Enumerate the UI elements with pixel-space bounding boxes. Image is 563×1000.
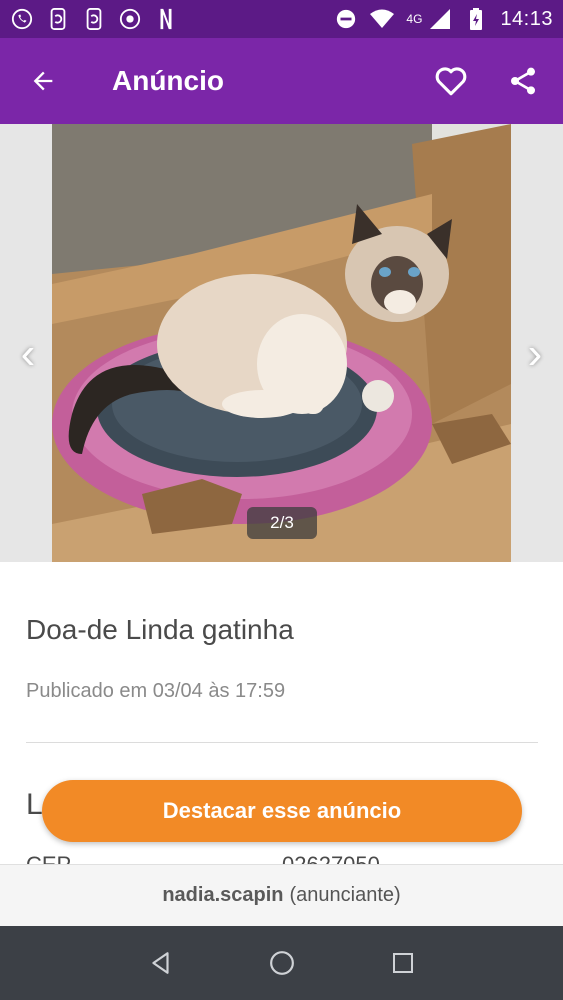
- status-bar: 4G 14:13: [0, 0, 563, 38]
- arrow-left-icon: [33, 71, 53, 91]
- battery-icon: [464, 7, 488, 31]
- advertiser-role: (anunciante): [289, 884, 401, 906]
- advertiser-bar[interactable]: nadia.scapin (anunciante): [0, 864, 563, 926]
- clock: 14:13: [500, 7, 553, 30]
- photo-counter: 2/3: [247, 507, 317, 539]
- triangle-back-icon: [151, 952, 169, 974]
- heart-icon: [435, 67, 467, 96]
- square-recents-icon: [392, 953, 413, 973]
- previous-photo-button[interactable]: ‹: [8, 324, 48, 384]
- notification-icons: [10, 7, 178, 31]
- system-nav-bar: [0, 926, 563, 1000]
- system-icons: 4G 14:13: [334, 7, 553, 31]
- chrome-icon: [118, 7, 142, 31]
- publish-date: Publicado em 03/04 às 17:59: [26, 680, 286, 702]
- favorite-button[interactable]: [429, 59, 473, 103]
- network-type: 4G: [406, 12, 423, 26]
- back-button[interactable]: [22, 60, 64, 102]
- phone-sync-icon: [46, 7, 70, 31]
- photo-gallery[interactable]: ‹ › 2/3: [0, 124, 563, 562]
- cep-value: 02627050: [282, 852, 380, 864]
- page-title: Anúncio: [112, 65, 224, 96]
- circle-home-icon: [269, 951, 294, 975]
- nav-back-button[interactable]: [139, 941, 183, 985]
- cep-label: CEP: [26, 852, 71, 864]
- nav-home-button[interactable]: [260, 941, 304, 985]
- divider: [26, 742, 538, 743]
- section-heading: L: [26, 788, 43, 821]
- whatsapp-icon: [10, 7, 34, 31]
- nav-recents-button[interactable]: [381, 941, 425, 985]
- advertiser-name: nadia.scapin: [162, 884, 284, 906]
- dnd-icon: [334, 7, 358, 31]
- wifi-icon: [370, 7, 395, 31]
- share-button[interactable]: [501, 59, 545, 103]
- ad-title: Doa-de Linda gatinha: [26, 614, 294, 645]
- phone-sync-icon: [82, 7, 106, 31]
- app-bar: Anúncio: [0, 38, 563, 124]
- signal-icon: [428, 7, 452, 31]
- ad-photo[interactable]: [52, 124, 511, 562]
- netflix-icon: [154, 7, 178, 31]
- cep-row: CEP 02627050: [26, 852, 538, 864]
- cat-photo-illustration: [52, 124, 511, 562]
- share-icon: [511, 67, 535, 95]
- highlight-ad-button[interactable]: Destacar esse anúncio: [42, 780, 522, 842]
- next-photo-button[interactable]: ›: [515, 324, 555, 384]
